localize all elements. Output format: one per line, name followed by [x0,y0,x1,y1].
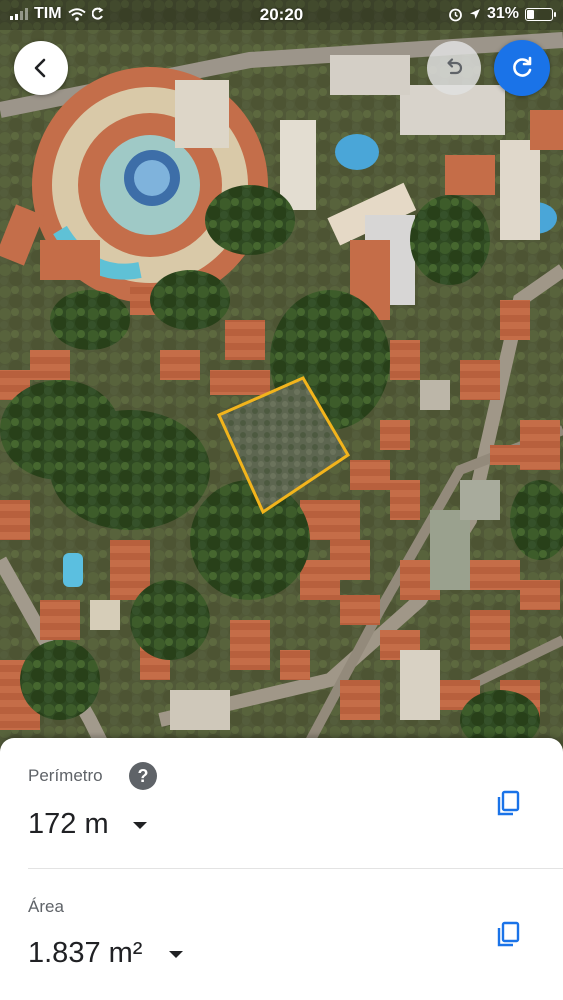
caret-down-icon [133,822,147,829]
satellite-map[interactable] [0,0,563,760]
copy-icon[interactable] [493,788,523,818]
chevron-left-icon [34,58,46,78]
caret-down-icon [169,951,183,958]
status-bar: TIM 20:20 31% [0,0,563,30]
alarm-icon [449,8,462,21]
area-unit-dropdown[interactable]: 1.837 m² [20,929,200,977]
battery-percent: 31% [486,5,519,22]
area-label: Área [28,897,64,916]
location-arrow-icon [469,9,480,19]
back-button[interactable] [14,41,68,95]
section-divider [28,868,563,869]
battery-icon [525,7,556,21]
status-right: 31% [448,5,556,23]
copy-icon[interactable] [493,919,523,949]
undo-icon [447,58,463,75]
undo-button[interactable] [427,41,481,95]
help-icon[interactable]: ? [129,762,157,790]
measurement-sheet: Perímetro ? 172 m Área 1.837 m² [0,738,563,1000]
area-value: 1.837 m² [28,937,143,969]
perimeter-value: 172 m [28,808,109,840]
redo-icon [513,56,532,77]
satellite-imagery [0,0,563,760]
battery-fill [527,9,534,19]
redo-button[interactable] [494,40,550,96]
perimeter-label: Perímetro [28,766,103,785]
perimeter-unit-dropdown[interactable]: 172 m [20,800,160,848]
